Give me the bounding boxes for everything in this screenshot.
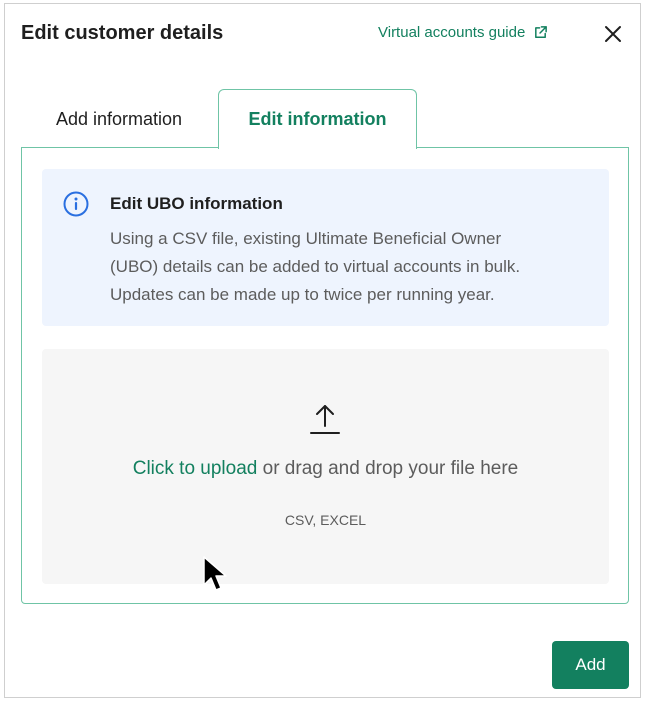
accepted-formats: CSV, EXCEL — [284, 512, 367, 528]
virtual-accounts-guide-link[interactable]: Virtual accounts guide — [378, 24, 548, 41]
edit-information-panel: Edit UBO information Using a CSV file, e… — [21, 147, 629, 604]
file-upload-dropzone[interactable]: Click to upload or drag and drop your fi… — [42, 349, 609, 584]
info-callout: Edit UBO information Using a CSV file, e… — [42, 169, 609, 326]
close-button[interactable] — [601, 22, 625, 46]
drag-drop-text: or drag and drop your file here — [257, 458, 519, 479]
close-icon — [605, 26, 621, 42]
info-title: Edit UBO information — [110, 194, 283, 213]
click-to-upload-link[interactable]: Click to upload — [133, 458, 258, 479]
edit-customer-details-modal: Edit customer details Virtual accounts g… — [4, 3, 641, 698]
upload-icon — [310, 405, 340, 434]
mouse-cursor-icon — [203, 556, 227, 591]
info-line: (UBO) details can be added to virtual ac… — [110, 257, 521, 276]
tab-add-information[interactable]: Add information — [21, 89, 217, 149]
info-icon — [63, 191, 89, 217]
upload-instruction: Click to upload or drag and drop your fi… — [42, 458, 609, 480]
external-link-icon — [533, 25, 548, 40]
info-line: Updates can be made up to twice per runn… — [110, 285, 495, 304]
tab-edit-information[interactable]: Edit information — [218, 89, 417, 149]
info-line: Using a CSV file, existing Ultimate Bene… — [110, 229, 502, 248]
info-description: Using a CSV file, existing Ultimate Bene… — [110, 225, 590, 309]
modal-title: Edit customer details — [21, 22, 224, 44]
add-button[interactable]: Add — [552, 641, 629, 689]
guide-link-label: Virtual accounts guide — [378, 24, 526, 41]
